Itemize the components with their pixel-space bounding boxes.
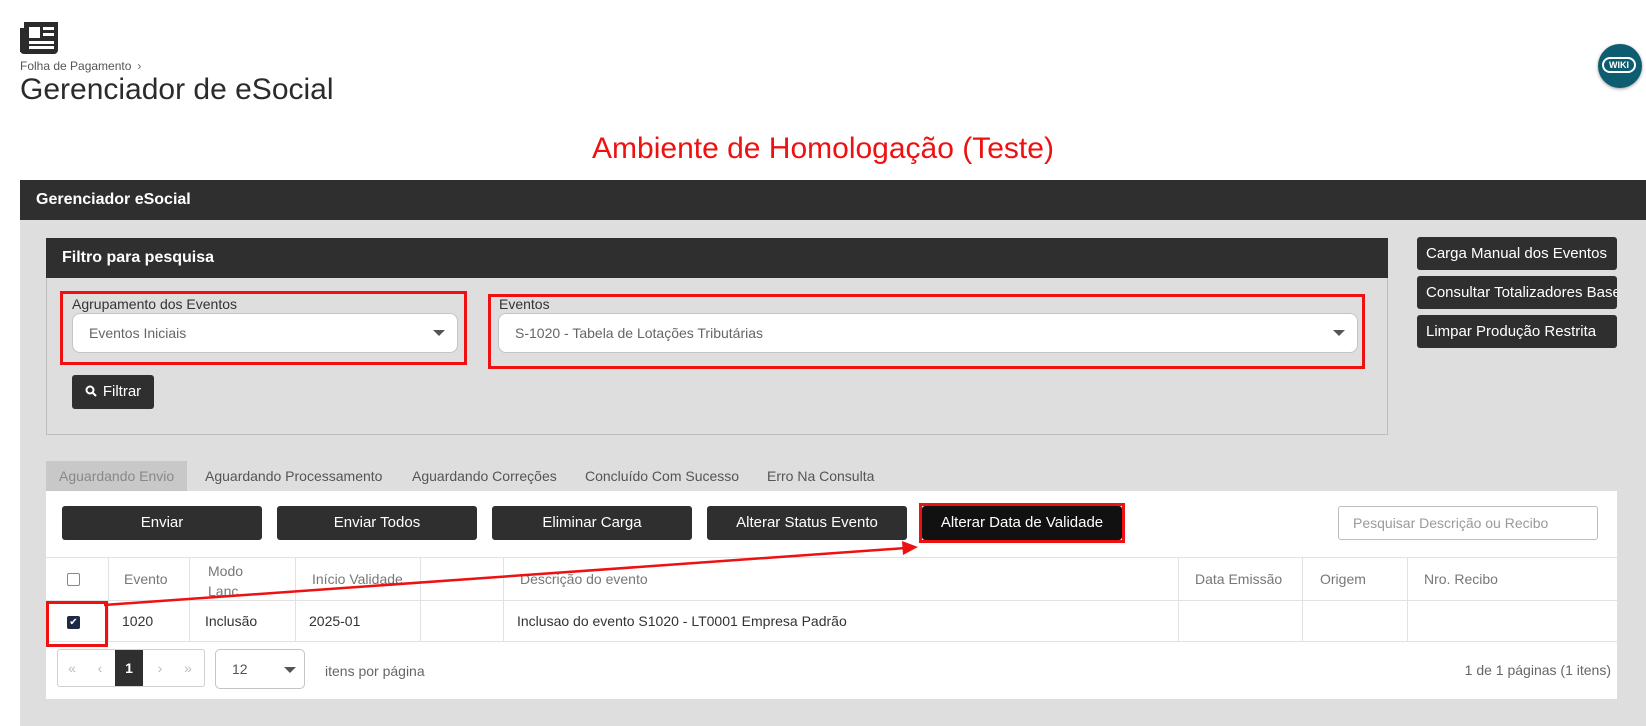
annotation-arrow — [103, 541, 918, 607]
